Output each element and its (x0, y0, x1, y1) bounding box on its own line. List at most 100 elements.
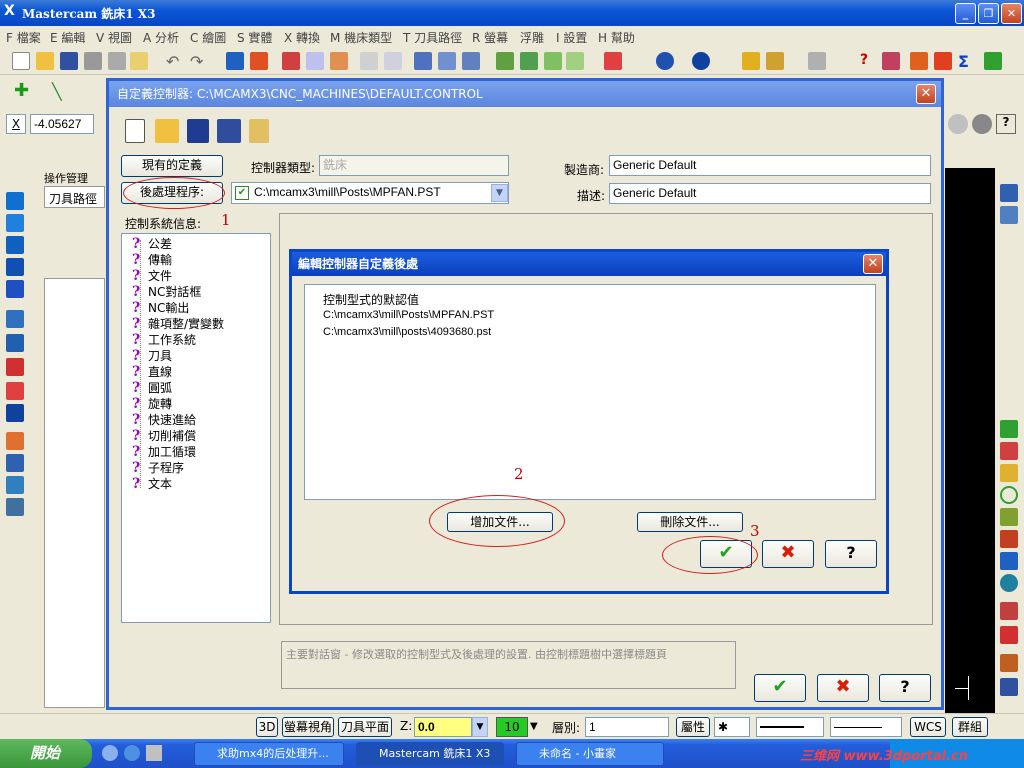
globe-icon[interactable] (656, 52, 674, 70)
arrow-up-icon[interactable] (6, 192, 24, 210)
eraser-icon[interactable] (6, 382, 24, 400)
list-item[interactable]: C:\mcamx3\mill\Posts\MPFAN.PST (323, 309, 494, 321)
tree-item-arc[interactable]: ? 圓弧 (132, 380, 172, 396)
tree-item-tolerance[interactable]: ? 公差 (132, 236, 172, 252)
line-width-select[interactable] (830, 717, 902, 737)
toolpaths-tab[interactable]: 刀具路徑 (44, 186, 105, 208)
post-file-list[interactable]: 控制型式的默認值 C:\mcamx3\mill\Posts\MPFAN.PST … (304, 284, 876, 500)
surface-icon[interactable] (6, 310, 24, 328)
screen-view-button[interactable]: 螢幕視角 (282, 717, 334, 737)
manufacturer-field[interactable]: Generic Default (609, 155, 931, 176)
start-button[interactable]: 開始 (0, 739, 92, 768)
tree-item-text[interactable]: ? 文本 (132, 476, 172, 492)
app-title-bar[interactable]: X Mastercam 銑床1 X3 _ ❐ ✕ (0, 0, 1024, 26)
color-dropdown[interactable]: ▼ (530, 717, 544, 737)
tree-item-nc-output[interactable]: ? NC輸出 (132, 300, 189, 316)
x-axis-label[interactable]: X (6, 114, 26, 134)
dialog-help-button[interactable]: ? (879, 674, 931, 702)
shaded-icon[interactable] (520, 52, 538, 70)
subdialog-close-button[interactable]: ✕ (863, 254, 883, 274)
circle-dark-icon[interactable] (972, 114, 992, 134)
print-icon[interactable] (108, 52, 126, 70)
taskbar-item-mastercam[interactable]: Mastercam 銑床1 X3 (356, 742, 504, 766)
point-style-select[interactable]: ✱ (714, 717, 750, 737)
tree-item-nc-dialog[interactable]: ? NC對話框 (132, 284, 201, 300)
z-dropdown[interactable]: ▼ (472, 717, 488, 737)
chart-icon[interactable] (882, 52, 900, 70)
verify-icon[interactable] (462, 52, 480, 70)
tree-item-misc-variables[interactable]: ? 雜項整/實變數 (132, 316, 224, 332)
lock-icon[interactable] (249, 119, 269, 143)
line-tool-icon[interactable]: ╲ (52, 82, 70, 101)
groups-button[interactable]: 群組 (952, 717, 988, 737)
red-shape-icon[interactable] (6, 358, 24, 376)
description-field[interactable]: Generic Default (609, 183, 931, 204)
dialog-close-button[interactable]: ✕ (916, 84, 936, 104)
brush-icon[interactable] (766, 52, 784, 70)
save-disk-icon[interactable] (187, 119, 209, 143)
custom-controller-title-bar[interactable]: 自定義控制器: C:\MCAMX3\CNC_MACHINES\DEFAULT.C… (109, 81, 941, 107)
menu-toolpaths[interactable]: T 刀具路徑 (403, 29, 462, 46)
menu-solids[interactable]: S 實體 (237, 29, 272, 46)
tree-item-linear[interactable]: ? 直線 (132, 364, 172, 380)
tree-item-rapid-feed[interactable]: ? 快速進給 (132, 412, 196, 428)
wireframe-icon[interactable] (496, 52, 514, 70)
menu-analyze[interactable]: A 分析 (143, 29, 179, 46)
tree-item-subprograms[interactable]: ? 子程序 (132, 460, 184, 476)
menu-settings[interactable]: I 設置 (556, 29, 587, 46)
menu-machine-type[interactable]: M 機床類型 (330, 29, 392, 46)
export-icon[interactable] (910, 52, 928, 70)
open-file-icon[interactable] (36, 52, 54, 70)
circle-icon[interactable] (1000, 486, 1018, 504)
menu-screen[interactable]: R 螢幕 (472, 29, 508, 46)
dialog-ok-button[interactable]: ✔ (754, 674, 806, 702)
screen-icon[interactable] (1000, 206, 1018, 224)
trim-icon[interactable] (1000, 602, 1018, 620)
graphics-viewport[interactable] (945, 168, 995, 713)
quicklaunch-desktop-icon[interactable] (146, 745, 162, 761)
menu-file[interactable]: F 檔案 (6, 29, 41, 46)
circle-grey-icon[interactable] (948, 114, 968, 134)
spline-icon[interactable] (1000, 442, 1018, 460)
tree-item-tools[interactable]: ? 刀具 (132, 348, 172, 364)
zoom-selected-icon[interactable] (384, 52, 402, 70)
tree-item-rotary[interactable]: ? 旋轉 (132, 396, 172, 412)
minimize-button[interactable]: _ (955, 3, 976, 24)
hint-icon[interactable] (130, 52, 148, 70)
arc-icon[interactable] (6, 236, 24, 254)
delete-file-button[interactable]: 刪除文件... (637, 512, 743, 532)
sigma-icon[interactable]: Σ (958, 52, 976, 71)
layers-icon[interactable] (6, 476, 24, 494)
help-icon[interactable]: ? (996, 114, 1016, 134)
chain-icon[interactable] (438, 52, 456, 70)
solid-view-icon[interactable] (566, 52, 584, 70)
help-question-icon[interactable]: ? (860, 52, 878, 70)
tool-icon[interactable] (808, 52, 826, 70)
menu-art[interactable]: 浮雕 (520, 29, 544, 46)
calculator-icon[interactable] (6, 498, 24, 516)
color-grid-icon[interactable] (1000, 654, 1018, 672)
layers-small-icon[interactable] (1000, 678, 1018, 696)
cube-solid-icon[interactable] (6, 404, 24, 422)
green-plus-icon[interactable] (1000, 420, 1018, 438)
new-doc-icon[interactable] (125, 119, 145, 143)
rotate-icon[interactable] (6, 214, 24, 232)
cube-icon[interactable] (604, 52, 622, 70)
line-style-select[interactable] (756, 717, 824, 737)
pencil-icon[interactable] (742, 52, 760, 70)
quicklaunch-browser-icon[interactable] (124, 745, 140, 761)
z-depth-field[interactable]: 0.0 (414, 717, 472, 737)
existing-definition-button[interactable]: 現有的定義 (121, 155, 223, 177)
view-icon[interactable] (1000, 184, 1018, 202)
subdialog-cancel-button[interactable]: ✖ (762, 540, 814, 568)
ops-manager-tab[interactable]: 操作管理 (44, 170, 88, 186)
save-as-icon[interactable] (84, 52, 102, 70)
flag-icon[interactable] (934, 52, 952, 70)
list-item[interactable]: C:\mcamx3\mill\posts\4093680.pst (323, 326, 491, 338)
stock-icon[interactable] (6, 432, 24, 450)
save-all-icon[interactable] (217, 119, 241, 143)
plus-icon[interactable]: ✚ (14, 82, 32, 100)
tree-item-files[interactable]: ? 文件 (132, 268, 172, 284)
save-icon[interactable] (60, 52, 78, 70)
tree-item-work-system[interactable]: ? 工作系統 (132, 332, 196, 348)
